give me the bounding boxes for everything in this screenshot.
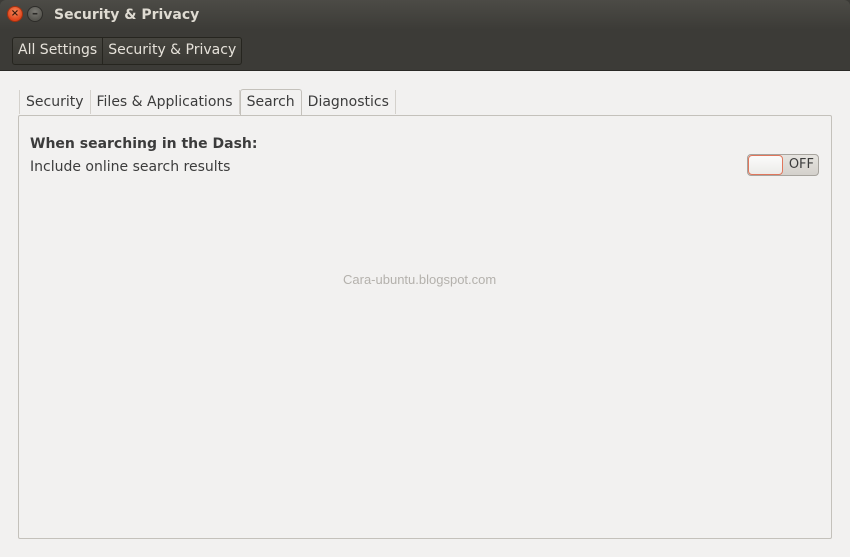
tab-files-applications[interactable]: Files & Applications xyxy=(91,90,240,114)
minimize-icon[interactable]: – xyxy=(27,6,43,22)
main-content: Security Files & Applications Search Dia… xyxy=(0,71,850,557)
switch-knob[interactable] xyxy=(748,155,783,175)
tab-bar: Security Files & Applications Search Dia… xyxy=(19,89,396,115)
breadcrumb-all-settings[interactable]: All Settings xyxy=(13,38,102,64)
section-heading: When searching in the Dash: xyxy=(30,136,258,152)
close-icon[interactable]: × xyxy=(7,6,23,22)
online-results-switch[interactable]: OFF xyxy=(747,154,819,176)
watermark: Cara-ubuntu.blogspot.com xyxy=(343,272,497,287)
switch-state-label: OFF xyxy=(788,157,814,172)
online-results-label: Include online search results xyxy=(30,159,231,175)
window-title: Security & Privacy xyxy=(54,7,200,23)
breadcrumb: All Settings Security & Privacy xyxy=(12,37,243,65)
tab-search[interactable]: Search xyxy=(239,89,302,115)
breadcrumb-security-privacy[interactable]: Security & Privacy xyxy=(102,38,241,64)
search-tab-panel: When searching in the Dash: Include onli… xyxy=(18,115,832,539)
tab-security[interactable]: Security xyxy=(19,90,91,114)
toolbar: All Settings Security & Privacy xyxy=(0,30,850,71)
tab-diagnostics[interactable]: Diagnostics xyxy=(302,90,396,114)
window-titlebar: × – Security & Privacy xyxy=(0,0,850,30)
